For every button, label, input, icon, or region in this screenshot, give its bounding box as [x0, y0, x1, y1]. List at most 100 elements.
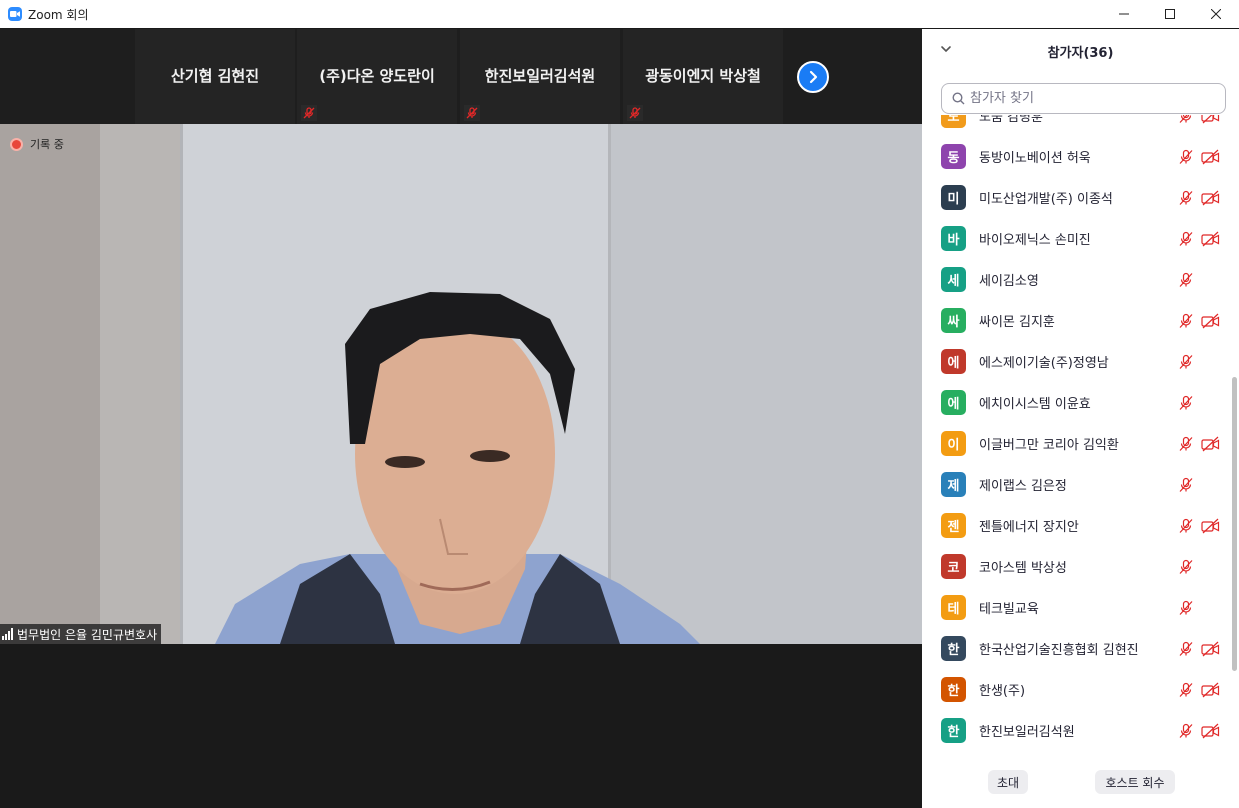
avatar: 미: [941, 185, 966, 210]
video-background: [0, 644, 922, 808]
speaker-name: 법무법인 은율 김민규변호사: [17, 627, 158, 642]
participant-row[interactable]: 젠 젠틀에너지 장지안: [922, 505, 1232, 546]
minimize-icon: [1119, 13, 1129, 15]
avatar: 에: [941, 390, 966, 415]
mic-muted-icon: [1178, 641, 1194, 657]
participant-name: 한생(주): [979, 684, 1026, 699]
participant-row[interactable]: 한 한진보일러김석원: [922, 710, 1232, 751]
maximize-icon: [1165, 9, 1175, 19]
active-speaker-video: 기록 중 법무법인 은율 김민규변호사: [0, 124, 922, 644]
reclaim-host-button[interactable]: 호스트 회수: [1095, 770, 1175, 794]
recording-indicator: 기록 중: [10, 136, 64, 152]
participant-row[interactable]: 테 테크빌교육: [922, 587, 1232, 628]
mic-muted-icon: [1178, 559, 1194, 575]
zoom-logo: [8, 7, 22, 21]
signal-strength-icon: [2, 628, 13, 640]
search-input[interactable]: [970, 91, 1210, 106]
participant-row[interactable]: 이 이글버그만 코리아 김익환: [922, 423, 1232, 464]
avatar: 코: [941, 554, 966, 579]
participant-row[interactable]: 세 세이김소영: [922, 259, 1232, 300]
mic-muted-icon: [1178, 395, 1194, 411]
avatar: 세: [941, 267, 966, 292]
participant-row[interactable]: 바 바이오제닉스 손미진: [922, 218, 1232, 259]
participant-search[interactable]: [941, 83, 1226, 114]
close-icon: [1211, 9, 1221, 19]
mic-muted-icon: [301, 105, 317, 121]
participant-name: 젠틀에너지 장지안: [979, 520, 1079, 535]
avatar: 한: [941, 718, 966, 743]
gallery-strip: 산기협 김현진 (주)다온 양도란이 한진보일러김석원 광동이엔지 박상철: [0, 29, 922, 124]
avatar: 한: [941, 677, 966, 702]
mic-muted-icon: [1178, 723, 1194, 739]
mic-muted-icon: [464, 105, 480, 121]
scrollbar[interactable]: [1232, 115, 1237, 759]
search-icon: [952, 92, 965, 105]
video-tile[interactable]: 한진보일러김석원: [460, 29, 620, 124]
participant-row[interactable]: 에 에스제이기술(주)정영남: [922, 341, 1232, 382]
speaker-video-frame: [0, 124, 922, 644]
participant-row[interactable]: 한 한국산업기술진흥협회 김현진: [922, 628, 1232, 669]
mic-muted-icon: [1178, 477, 1194, 493]
mic-muted-icon: [1178, 436, 1194, 452]
video-tile[interactable]: 산기협 김현진: [135, 29, 295, 124]
participant-row[interactable]: 한 한생(주): [922, 669, 1232, 710]
participant-name: 세이김소영: [979, 274, 1039, 289]
participant-name: 도움 김병훈: [979, 115, 1043, 125]
video-off-icon: [1201, 190, 1220, 206]
video-tile[interactable]: 광동이엔지 박상철: [623, 29, 783, 124]
participant-list: 도 도움 김병훈 동 동방이노베이션 허욱미 미도산업개발(주) 이종석바 바이오제닉스 …: [922, 115, 1232, 759]
mic-muted-icon: [1178, 190, 1194, 206]
mic-muted-icon: [1178, 600, 1194, 616]
mic-muted-icon: [1178, 682, 1194, 698]
chevron-down-icon[interactable]: [940, 43, 952, 55]
avatar: 동: [941, 144, 966, 169]
participant-row[interactable]: 동 동방이노베이션 허욱: [922, 136, 1232, 177]
participant-row[interactable]: 미 미도산업개발(주) 이종석: [922, 177, 1232, 218]
participant-name: 제이랩스 김은정: [979, 479, 1067, 494]
tile-name: (주)다온 양도란이: [319, 67, 435, 85]
avatar: 한: [941, 636, 966, 661]
participant-row[interactable]: 코 코아스템 박상성: [922, 546, 1232, 587]
record-dot-icon: [10, 137, 23, 151]
participant-name: 이글버그만 코리아 김익환: [979, 438, 1119, 453]
participant-row[interactable]: 싸 싸이몬 김지훈: [922, 300, 1232, 341]
participant-row[interactable]: 도 도움 김병훈: [922, 115, 1232, 136]
video-off-icon: [1201, 149, 1220, 165]
title-bar: Zoom 회의: [0, 0, 1239, 28]
participant-name: 테크빌교육: [979, 602, 1039, 617]
participant-name: 한국산업기술진흥협회 김현진: [979, 643, 1139, 658]
participant-name: 코아스템 박상성: [979, 561, 1067, 576]
participant-name: 에스제이기술(주)정영남: [979, 356, 1109, 371]
participant-name: 에치이시스템 이윤효: [979, 397, 1091, 412]
participant-row[interactable]: 에 에치이시스템 이윤효: [922, 382, 1232, 423]
window-title: Zoom 회의: [28, 7, 89, 22]
participants-panel: 참가자(36) 도 도움 김병훈동 동방이노베이션 허욱미 미도산업개발(주) 이종석…: [922, 29, 1239, 808]
video-off-icon: [1201, 436, 1220, 452]
maximize-button[interactable]: [1147, 0, 1193, 28]
mic-muted-icon: [1178, 115, 1194, 124]
tile-name: 산기협 김현진: [170, 67, 260, 85]
participant-row[interactable]: 제 제이랩스 김은정: [922, 464, 1232, 505]
panel-title: 참가자(36): [1047, 45, 1114, 61]
video-off-icon: [1201, 682, 1220, 698]
speaker-label: 법무법인 은율 김민규변호사: [0, 624, 162, 644]
mic-muted-icon: [1178, 231, 1194, 247]
video-tile[interactable]: (주)다온 양도란이: [297, 29, 457, 124]
mic-muted-icon: [1178, 149, 1194, 165]
video-off-icon: [1201, 723, 1220, 739]
close-button[interactable]: [1193, 0, 1239, 28]
avatar: 테: [941, 595, 966, 620]
scroll-thumb[interactable]: [1232, 377, 1237, 671]
participant-name: 싸이몬 김지훈: [979, 315, 1055, 330]
participant-name: 바이오제닉스 손미진: [979, 233, 1091, 248]
invite-button[interactable]: 초대: [988, 770, 1028, 794]
recording-label: 기록 중: [30, 138, 64, 151]
next-page-button[interactable]: [797, 61, 829, 93]
chevron-right-icon: [809, 70, 818, 84]
participant-name: 미도산업개발(주) 이종석: [979, 192, 1113, 207]
minimize-button[interactable]: [1101, 0, 1147, 28]
panel-header: 참가자(36): [922, 29, 1239, 73]
mic-muted-icon: [1178, 518, 1194, 534]
video-off-icon: [1201, 518, 1220, 534]
mic-muted-icon: [1178, 272, 1194, 288]
